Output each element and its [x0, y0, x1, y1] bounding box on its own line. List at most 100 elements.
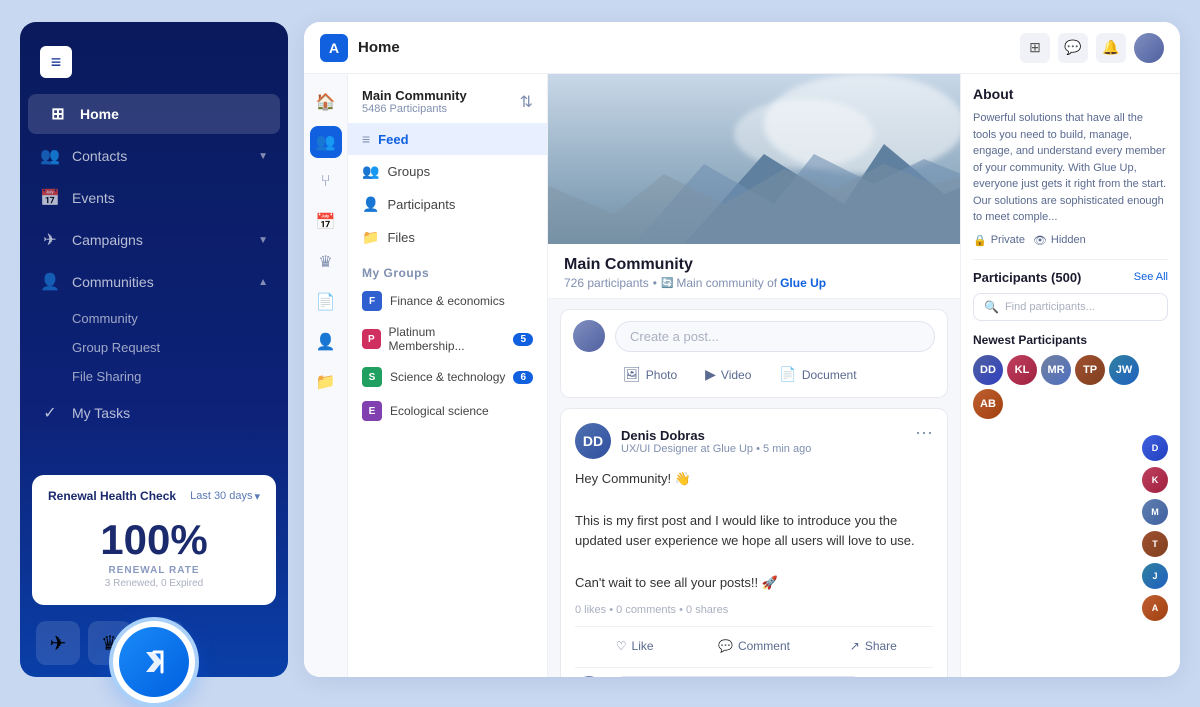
post-author: DD Denis Dobras UX/UI Designer at Glue U… — [575, 423, 811, 459]
menu-item-feed[interactable]: ≡ Feed — [348, 123, 547, 155]
sidebar-logo: ≡ — [20, 38, 288, 94]
icon-nav-community[interactable]: 👥 — [310, 126, 342, 158]
nav-label-contacts: Contacts — [72, 148, 127, 164]
topbar-logo: A — [320, 34, 348, 62]
topbar-chat-icon[interactable]: 💬 — [1058, 33, 1088, 63]
post-share-btn[interactable]: ↗ Share — [814, 635, 933, 657]
health-card-sub-text: 3 Renewed, 0 Expired — [48, 578, 260, 589]
post-create-placeholder[interactable]: Create a post... — [615, 321, 935, 352]
right-floating-avatars: D K M T J A — [973, 435, 1168, 621]
icon-nav-people[interactable]: 👤 — [310, 326, 342, 358]
my-groups-title: My Groups — [348, 254, 547, 284]
icon-nav-crown[interactable]: ♛ — [310, 246, 342, 278]
health-card-period[interactable]: Last 30 days ▾ — [190, 490, 260, 503]
community-info-bar: Main Community 726 participants • 🔄 Main… — [548, 244, 960, 299]
contacts-arrow: ▼ — [258, 151, 268, 162]
ai-fab-button[interactable] — [109, 617, 199, 707]
campaigns-icon: ✈ — [40, 230, 60, 250]
nav-label-campaigns: Campaigns — [72, 232, 143, 248]
main-panel: A Home ⊞ 💬 🔔 🏠 👥 ⑂ 📅 ♛ 📄 👤 📁 Main Comm — [304, 22, 1180, 677]
community-menu-toggle[interactable]: ⇅ — [520, 92, 533, 112]
topbar-bell-icon[interactable]: 🔔 — [1096, 33, 1126, 63]
post-video-btn[interactable]: ▶ Video — [697, 362, 759, 387]
sidebar-item-communities[interactable]: 👤 Communities ▲ — [20, 262, 288, 302]
lock-icon: 🔒 — [973, 234, 987, 247]
icon-nav-home[interactable]: 🏠 — [310, 86, 342, 118]
icon-nav-folder[interactable]: 📁 — [310, 366, 342, 398]
post-comment-btn[interactable]: 💬 Comment — [694, 635, 813, 657]
group-item-platinum[interactable]: P Platinum Membership... 5 — [348, 318, 547, 360]
icon-navigation: 🏠 👥 ⑂ 📅 ♛ 📄 👤 📁 — [304, 74, 348, 677]
share-icon: ↗ — [850, 639, 860, 653]
sidebar-item-campaigns[interactable]: ✈ Campaigns ▼ — [20, 220, 288, 260]
icon-nav-document[interactable]: 📄 — [310, 286, 342, 318]
science-badge: 6 — [513, 371, 533, 384]
group-item-science[interactable]: S Science & technology 6 — [348, 360, 547, 394]
sidebar-item-group-request[interactable]: Group Request — [72, 333, 288, 362]
contacts-icon: 👥 — [40, 146, 60, 166]
icon-nav-branch[interactable]: ⑂ — [310, 166, 342, 198]
participant-search-text: Find participants... — [1005, 301, 1095, 313]
nav-label-home: Home — [80, 106, 119, 122]
post-stats: 0 likes • 0 comments • 0 shares — [575, 604, 933, 616]
participant-search[interactable]: 🔍 Find participants... — [973, 293, 1168, 321]
community-meta-link[interactable]: Glue Up — [780, 276, 826, 290]
files-icon: 📁 — [362, 229, 379, 246]
communities-submenu: Community Group Request File Sharing — [20, 304, 288, 391]
topbar-title: Home — [358, 39, 1010, 56]
content-layout: 🏠 👥 ⑂ 📅 ♛ 📄 👤 📁 Main Community 5486 Part… — [304, 74, 1180, 677]
sidebar: ≡ ⊞ Home 👥 Contacts ▼ 📅 Events ✈ Campaig… — [20, 22, 288, 677]
topbar-grid-icon[interactable]: ⊞ — [1020, 33, 1050, 63]
topbar: A Home ⊞ 💬 🔔 — [304, 22, 1180, 74]
post-like-btn[interactable]: ♡ Like — [575, 635, 694, 657]
newest-participants-title: Newest Participants — [973, 333, 1168, 347]
tasks-icon: ✓ — [40, 403, 60, 423]
ecological-group-icon: E — [362, 401, 382, 421]
community-header-name: Main Community — [362, 88, 467, 103]
participants-icon: 👤 — [362, 196, 379, 213]
comment-input[interactable]: Write a comment... — [611, 676, 865, 677]
nav-label-events: Events — [72, 190, 115, 206]
post-document-btn[interactable]: 📄 Document — [771, 362, 864, 387]
platinum-group-icon: P — [362, 329, 381, 349]
nav-label-tasks: My Tasks — [72, 405, 130, 421]
participants-header: Participants (500) See All — [973, 270, 1168, 285]
post-create-box: Create a post... 🖼 Photo ▶ Video 📄 Docum… — [560, 309, 948, 398]
sidebar-item-home[interactable]: ⊞ Home — [28, 94, 280, 134]
menu-item-files[interactable]: 📁 Files — [348, 221, 547, 254]
sidebar-item-community[interactable]: Community — [72, 304, 288, 333]
post-footer: ♡ Like 💬 Comment ↗ Share — [575, 626, 933, 657]
topbar-avatar[interactable] — [1134, 33, 1164, 63]
campaigns-arrow: ▼ — [258, 235, 268, 246]
topbar-actions: ⊞ 💬 🔔 — [1020, 33, 1164, 63]
about-title: About — [973, 86, 1168, 102]
health-check-card: Renewal Health Check Last 30 days ▾ 100%… — [32, 475, 276, 605]
post-options-icon[interactable]: ⋯ — [915, 423, 933, 444]
comment-input-row: Write a comment... 😊 📷 📎 — [575, 667, 933, 677]
group-item-finance[interactable]: F Finance & economics — [348, 284, 547, 318]
bottom-campaigns-icon[interactable]: ✈ — [36, 621, 80, 665]
community-header: Main Community 5486 Participants ⇅ — [348, 88, 547, 123]
group-item-ecological[interactable]: E Ecological science — [348, 394, 547, 428]
sidebar-item-events[interactable]: 📅 Events — [20, 178, 288, 218]
home-icon: ⊞ — [48, 104, 68, 124]
menu-item-groups[interactable]: 👥 Groups — [348, 155, 547, 188]
post-create-avatar — [573, 320, 605, 352]
post-action-buttons: 🖼 Photo ▶ Video 📄 Document — [573, 362, 935, 387]
sidebar-item-contacts[interactable]: 👥 Contacts ▼ — [20, 136, 288, 176]
sidebar-item-file-sharing[interactable]: File Sharing — [72, 362, 288, 391]
sidebar-item-tasks[interactable]: ✓ My Tasks — [20, 393, 288, 433]
finance-group-icon: F — [362, 291, 382, 311]
platinum-badge: 5 — [513, 333, 533, 346]
icon-nav-calendar[interactable]: 📅 — [310, 206, 342, 238]
right-panel: About Powerful solutions that have all t… — [960, 74, 1180, 677]
post-author-name: Denis Dobras — [621, 428, 811, 443]
post-photo-btn[interactable]: 🖼 Photo — [615, 362, 685, 387]
video-icon: ▶ — [705, 366, 716, 383]
menu-item-participants[interactable]: 👤 Participants — [348, 188, 547, 221]
document-icon: 📄 — [779, 366, 796, 383]
search-icon: 🔍 — [984, 300, 999, 314]
divider — [973, 259, 1168, 260]
avatar-5: JW — [1109, 355, 1139, 385]
see-all-link[interactable]: See All — [1134, 271, 1168, 283]
